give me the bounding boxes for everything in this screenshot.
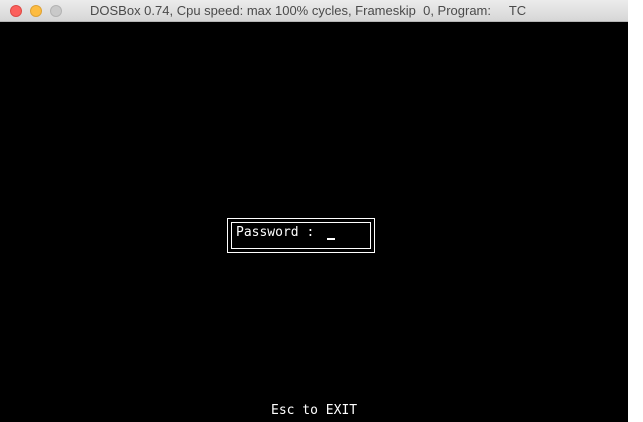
window-title: DOSBox 0.74, Cpu speed: max 100% cycles,… bbox=[90, 3, 527, 18]
exit-hint: Esc to EXIT bbox=[271, 403, 358, 418]
minimize-button[interactable] bbox=[30, 5, 42, 17]
password-dialog: Password : bbox=[227, 218, 375, 253]
password-input[interactable] bbox=[325, 225, 349, 243]
close-button[interactable] bbox=[10, 5, 22, 17]
dosbox-window: DOSBox 0.74, Cpu speed: max 100% cycles,… bbox=[0, 0, 628, 422]
desktop-edge bbox=[628, 0, 643, 422]
text-cursor bbox=[327, 238, 335, 240]
password-label: Password : bbox=[236, 225, 315, 240]
dos-screen[interactable]: Password : Esc to EXIT bbox=[0, 22, 628, 422]
zoom-button[interactable] bbox=[50, 5, 62, 17]
title-bar[interactable]: DOSBox 0.74, Cpu speed: max 100% cycles,… bbox=[0, 0, 628, 22]
